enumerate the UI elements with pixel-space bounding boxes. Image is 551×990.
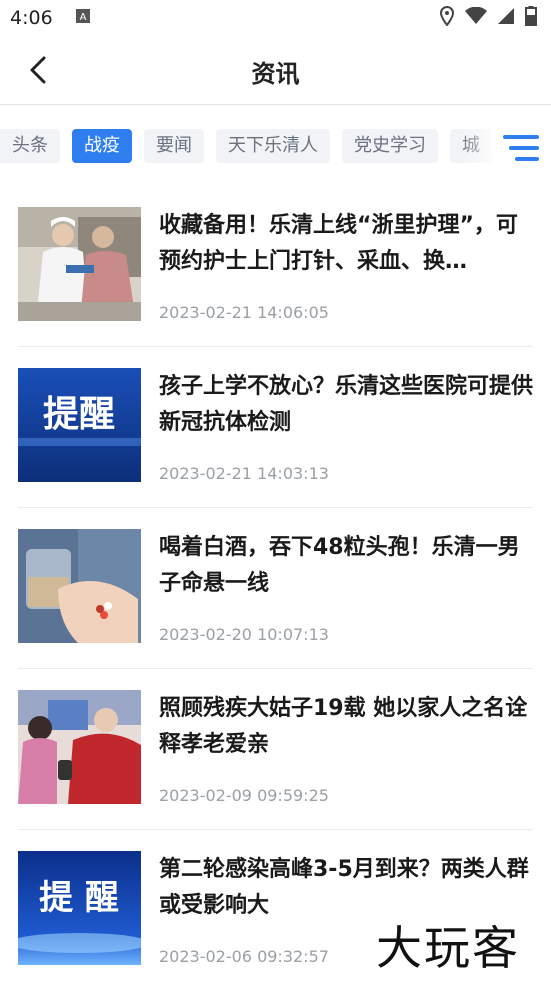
status-bar: 4:06 A: [0, 0, 551, 36]
news-item[interactable]: 提醒 孩子上学不放心？乐清这些医院可提供新冠抗体检测 2023-02-21 14…: [18, 347, 533, 508]
news-title: 孩子上学不放心？乐清这些医院可提供新冠抗体检测: [159, 374, 533, 435]
status-time: 4:06: [10, 7, 53, 29]
category-tabs-bar: 头条 战疫 要闻 天下乐清人 党史学习 城: [0, 106, 551, 186]
news-thumbnail-reminder: 提醒: [18, 368, 141, 482]
news-item[interactable]: 喝着白酒，吞下48粒头孢！乐清一男子命悬一线 2023-02-20 10:07:…: [18, 508, 533, 669]
news-thumbnail-nurse: [18, 207, 141, 321]
svg-text:A: A: [79, 12, 86, 23]
news-title: 照顾残疾大姑子19载 她以家人之名诠释孝老爱亲: [159, 696, 528, 757]
wifi-icon: [465, 6, 487, 30]
news-title: 收藏备用！乐清上线“浙里护理”，可预约护士上门打针、采血、换…: [159, 213, 518, 274]
reminder-text: 提醒: [43, 394, 115, 435]
tab-toutiao[interactable]: 头条: [0, 129, 60, 163]
signal-icon: [497, 7, 515, 30]
news-time: 2023-02-21 14:06:05: [159, 303, 329, 322]
app-header: 资讯: [0, 36, 551, 105]
news-list: 收藏备用！乐清上线“浙里护理”，可预约护士上门打针、采血、换… 2023-02-…: [0, 186, 551, 990]
category-menu-button[interactable]: [503, 134, 539, 162]
news-item[interactable]: 照顾残疾大姑子19载 她以家人之名诠释孝老爱亲 2023-02-09 09:59…: [18, 669, 533, 830]
news-title: 喝着白酒，吞下48粒头孢！乐清一男子命悬一线: [159, 535, 520, 596]
location-icon: [439, 5, 455, 31]
news-thumbnail-family: [18, 690, 141, 804]
news-item[interactable]: 收藏备用！乐清上线“浙里护理”，可预约护士上门打针、采血、换… 2023-02-…: [18, 186, 533, 347]
news-time: 2023-02-20 10:07:13: [159, 625, 329, 644]
news-thumbnail-reminder: 提 醒: [18, 851, 141, 965]
tab-zhanyi[interactable]: 战疫: [72, 129, 132, 163]
tab-dangshi-xuexi[interactable]: 党史学习: [342, 129, 438, 163]
battery-icon: [525, 5, 537, 31]
tab-tianxia-yueqing-ren[interactable]: 天下乐清人: [216, 129, 330, 163]
a-notification-icon: A: [75, 7, 91, 29]
news-time: 2023-02-06 09:32:57: [159, 947, 329, 966]
menu-lines-icon: [503, 135, 539, 161]
reminder-text: 提 醒: [39, 878, 119, 918]
category-tabs: 头条 战疫 要闻 天下乐清人 党史学习 城: [0, 129, 492, 163]
watermark-logo: 大玩客: [376, 921, 520, 975]
news-time: 2023-02-21 14:03:13: [159, 464, 329, 483]
news-thumbnail-pills: [18, 529, 141, 643]
news-time: 2023-02-09 09:59:25: [159, 786, 329, 805]
page-title: 资讯: [251, 60, 300, 88]
tab-yaowen[interactable]: 要闻: [144, 129, 204, 163]
